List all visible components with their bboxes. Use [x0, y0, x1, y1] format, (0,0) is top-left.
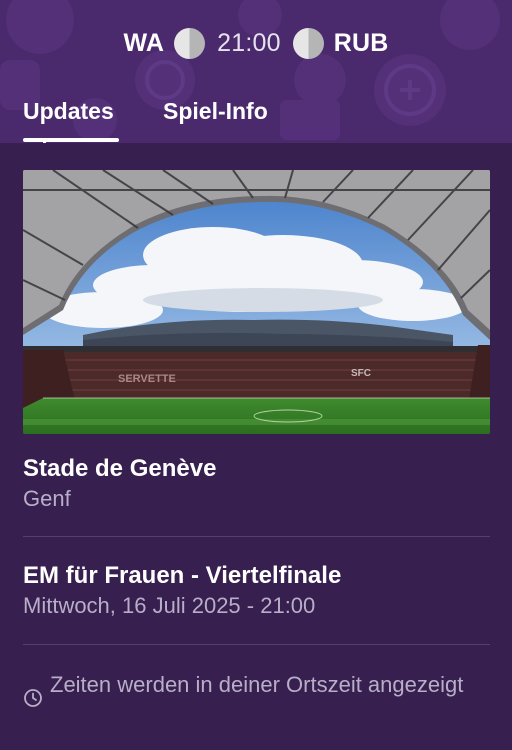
competition-name: EM für Frauen - Viertelfinale	[23, 562, 342, 589]
venue-name: Stade de Genève	[23, 455, 217, 482]
timezone-note-text: Zeiten werden in deiner Ortszeit angezei…	[50, 672, 464, 697]
away-team-label: RUB	[333, 28, 389, 57]
match-datetime: Mittwoch, 16 Juli 2025 - 21:00	[23, 593, 316, 618]
venue-city: Genf	[23, 486, 71, 511]
stadium-image: SERVETTE SFC	[23, 170, 490, 434]
divider	[23, 536, 490, 537]
tab-bar: Updates Spiel-Info	[0, 96, 512, 143]
match-header: WA 21:00 RUB Updates Spiel-Info	[0, 0, 512, 143]
tab-spiel-info[interactable]: Spiel-Info	[163, 98, 268, 125]
active-tab-notch	[43, 142, 46, 143]
clock-icon	[24, 689, 42, 707]
stand-lettering-servette: SERVETTE	[118, 373, 176, 385]
stand-lettering-sfc: SFC	[351, 368, 371, 379]
divider	[23, 644, 490, 645]
kickoff-time: 21:00	[217, 28, 281, 57]
home-team-label: WA	[123, 28, 165, 57]
match-scorebar: WA 21:00 RUB	[0, 22, 512, 64]
away-flag-icon	[292, 27, 324, 59]
tab-updates[interactable]: Updates	[23, 98, 114, 125]
active-tab-indicator	[23, 138, 119, 142]
home-flag-icon	[174, 27, 206, 59]
